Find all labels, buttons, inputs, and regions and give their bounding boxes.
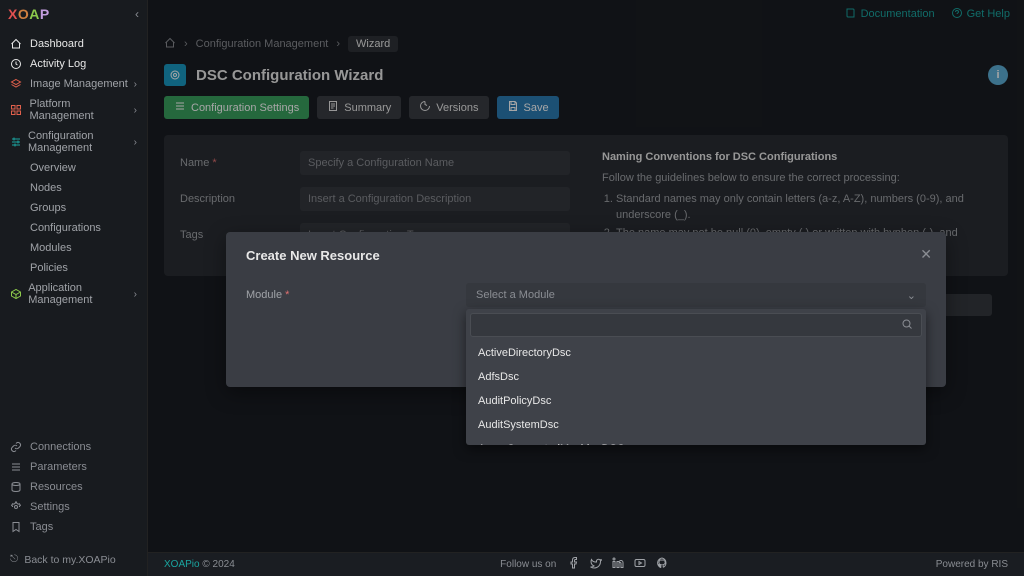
signout-icon: ⎋ — [10, 553, 18, 566]
footer: XOAPio © 2024 Follow us on Powered by RI… — [148, 552, 1024, 576]
module-select-placeholder: Select a Module — [476, 289, 555, 301]
facebook-icon[interactable] — [568, 557, 582, 572]
footer-powered: Powered by RIS — [936, 559, 1008, 570]
chevron-down-icon: ⌄ — [907, 289, 916, 302]
sidebar-connections[interactable]: Connections — [0, 437, 147, 457]
footer-follow-label: Follow us on — [500, 559, 556, 570]
sidebar-item-label: Tags — [30, 521, 53, 533]
module-option[interactable]: ActiveDirectoryDsc — [466, 341, 926, 365]
module-search-input[interactable] — [479, 318, 901, 332]
database-icon — [10, 481, 24, 493]
sidebar: XOAP ‹ Dashboard Activity Log Image Mana… — [0, 0, 148, 576]
grid-icon — [10, 104, 23, 116]
brand-logo: XOAP — [8, 6, 50, 22]
gear-icon — [10, 501, 24, 513]
module-select[interactable]: Select a Module ⌄ — [466, 283, 926, 307]
sidebar-item-config-mgmt[interactable]: Configuration Management › — [0, 126, 147, 158]
modal-backdrop: Create New Resource ✕ Module * Select a … — [148, 0, 1024, 576]
chevron-down-icon: › — [134, 137, 137, 148]
github-icon[interactable] — [656, 557, 670, 572]
sidebar-settings[interactable]: Settings — [0, 497, 147, 517]
footer-brand[interactable]: XOAPio — [164, 559, 200, 570]
sidebar-item-dashboard[interactable]: Dashboard — [0, 34, 147, 54]
sidebar-sub-configurations[interactable]: Configurations — [0, 218, 147, 238]
box-icon — [10, 288, 22, 300]
module-dropdown: ActiveDirectoryDsc AdfsDsc AuditPolicyDs… — [466, 309, 926, 445]
sidebar-sub-policies[interactable]: Policies — [0, 258, 147, 278]
sidebar-item-label: Image Management — [30, 78, 128, 90]
sidebar-item-label: Application Management — [28, 282, 133, 306]
sliders-icon — [10, 136, 22, 148]
chevron-right-icon: › — [134, 79, 137, 90]
sidebar-sub-groups[interactable]: Groups — [0, 198, 147, 218]
link-icon — [10, 441, 24, 453]
module-option[interactable]: AdfsDsc — [466, 365, 926, 389]
module-option[interactable]: AuditSystemDsc — [466, 413, 926, 437]
sidebar-parameters[interactable]: Parameters — [0, 457, 147, 477]
module-option[interactable]: AzureConnectedMachineDSC — [466, 437, 926, 445]
chevron-right-icon: › — [134, 289, 137, 300]
clock-icon — [10, 58, 24, 70]
sidebar-item-label: Parameters — [30, 461, 87, 473]
layers-icon — [10, 78, 24, 90]
sidebar-item-label: Platform Management — [29, 98, 133, 122]
sidebar-item-label: Activity Log — [30, 58, 86, 70]
sidebar-item-label: Connections — [30, 441, 91, 453]
bookmark-icon — [10, 521, 24, 533]
list-icon — [10, 461, 24, 473]
back-link[interactable]: ⎋ Back to my.XOAPio — [0, 543, 147, 576]
search-icon — [901, 318, 913, 333]
collapse-sidebar-button[interactable]: ‹ — [135, 7, 139, 21]
footer-copy: © 2024 — [200, 559, 235, 570]
modal-title: Create New Resource — [246, 248, 926, 263]
sidebar-tags[interactable]: Tags — [0, 517, 147, 537]
sidebar-item-app-mgmt[interactable]: Application Management › — [0, 278, 147, 310]
sidebar-resources[interactable]: Resources — [0, 477, 147, 497]
chevron-right-icon: › — [134, 105, 137, 116]
sidebar-item-activity-log[interactable]: Activity Log — [0, 54, 147, 74]
back-link-label: Back to my.XOAPio — [24, 554, 115, 566]
sidebar-item-image-mgmt[interactable]: Image Management › — [0, 74, 147, 94]
module-label: Module * — [246, 289, 466, 301]
sidebar-item-platform-mgmt[interactable]: Platform Management › — [0, 94, 147, 126]
close-icon[interactable]: ✕ — [920, 246, 932, 263]
home-icon — [10, 38, 24, 50]
sidebar-sub-nodes[interactable]: Nodes — [0, 178, 147, 198]
sidebar-item-label: Settings — [30, 501, 70, 513]
sidebar-item-label: Resources — [30, 481, 83, 493]
youtube-icon[interactable] — [634, 557, 648, 572]
twitter-icon[interactable] — [590, 557, 604, 572]
sidebar-item-label: Dashboard — [30, 38, 84, 50]
main-content: Documentation Get Help › Configuration M… — [148, 0, 1024, 576]
module-option[interactable]: AuditPolicyDsc — [466, 389, 926, 413]
sidebar-sub-modules[interactable]: Modules — [0, 238, 147, 258]
linkedin-icon[interactable] — [612, 557, 626, 572]
sidebar-item-label: Configuration Management — [28, 130, 134, 154]
sidebar-sub-overview[interactable]: Overview — [0, 158, 147, 178]
create-resource-modal: Create New Resource ✕ Module * Select a … — [226, 232, 946, 387]
